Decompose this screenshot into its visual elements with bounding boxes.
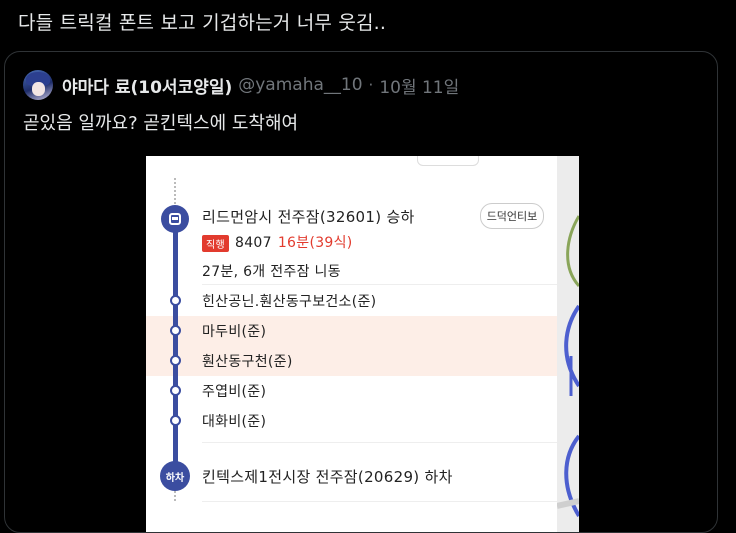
dotted-line-top bbox=[174, 178, 176, 208]
board-button[interactable]: 드덕언티보 bbox=[480, 203, 544, 229]
bus-number: 8407 bbox=[235, 235, 272, 251]
map-preview bbox=[557, 156, 579, 532]
stop-row: 주엽비(준) bbox=[202, 384, 267, 400]
stop-dot bbox=[170, 385, 181, 396]
stop-row: 마두비(준) bbox=[202, 324, 267, 340]
stop-row: 훤산동구천(준) bbox=[202, 354, 293, 370]
divider bbox=[202, 442, 557, 443]
quoted-post-card[interactable]: 야마다 료(10서코양일) @yamaha__10 · 10월 11일 곧있음 … bbox=[4, 51, 718, 533]
quoted-post-text: 곧있음 일까요? 곧킨텍스에 도착해여 bbox=[23, 113, 299, 134]
bus-node bbox=[161, 205, 189, 233]
arrival-time: 16분(39식) bbox=[277, 235, 353, 251]
quoted-post-header: 야마다 료(10서코양일) @yamaha__10 · 10월 11일 bbox=[23, 68, 459, 102]
stop-dot bbox=[170, 415, 181, 426]
route-type-badge: 직행 bbox=[202, 234, 229, 252]
attached-image[interactable]: 리드먼암시 전주잠(32601) 승하 드덕언티보 직행 8407 16분(39식)… bbox=[146, 156, 579, 532]
author-name[interactable]: 야마다 료(10서코양일) bbox=[62, 73, 232, 98]
tweet-text: 다들 트릭컬 폰트 보고 기겁하는거 너무 웃김.. bbox=[18, 12, 387, 34]
route-line bbox=[173, 216, 178, 466]
author-handle[interactable]: @yamaha__10 bbox=[238, 75, 362, 95]
board-stop: 리드먼암시 전주잠(32601) 승하 bbox=[202, 208, 415, 226]
exit-node: 하차 bbox=[160, 461, 190, 491]
stop-dot bbox=[170, 325, 181, 336]
stop-row: 대화비(준) bbox=[202, 414, 267, 430]
exit-stop: 킨텍스제1전시장 전주잠(20629) 하차 bbox=[202, 468, 453, 486]
stop-dot bbox=[170, 295, 181, 306]
post-date[interactable]: 10월 11일 bbox=[379, 73, 459, 98]
dotted-line-bottom bbox=[174, 491, 176, 501]
divider bbox=[202, 284, 557, 285]
stop-dot bbox=[170, 355, 181, 366]
divider bbox=[202, 501, 557, 502]
top-bar-tab bbox=[417, 156, 479, 166]
avatar[interactable] bbox=[23, 70, 53, 100]
route-info: 직행 8407 16분(39식) bbox=[202, 232, 353, 252]
trip-summary: 27분, 6개 전주잠 니동 bbox=[202, 264, 341, 280]
bus-icon bbox=[169, 213, 181, 225]
dot-separator: · bbox=[368, 76, 374, 94]
stop-row: 힌산공닌.훤산동구보건소(준) bbox=[202, 294, 377, 310]
